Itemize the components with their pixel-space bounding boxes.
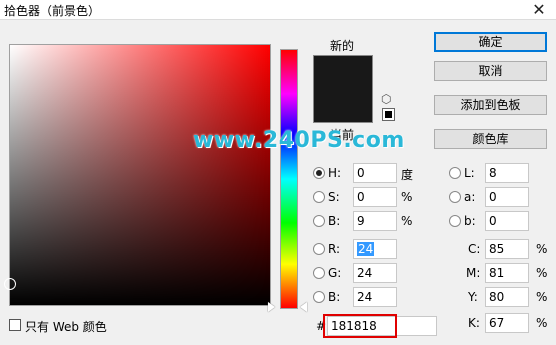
cyan-input[interactable]: 85 xyxy=(485,239,529,259)
color-field[interactable] xyxy=(4,44,271,306)
blue-radio[interactable] xyxy=(313,291,325,303)
hue-unit: 度 xyxy=(401,168,414,182)
blue-label: B: xyxy=(328,290,341,304)
websafe-swatch-icon[interactable] xyxy=(382,108,395,121)
lab-l-radio[interactable] xyxy=(449,167,461,179)
hex-highlight-box xyxy=(323,314,397,338)
hue-label: H: xyxy=(328,166,342,180)
lab-b-label: b: xyxy=(464,214,476,228)
black-input[interactable]: 67 xyxy=(485,313,529,333)
cyan-label: C: xyxy=(468,242,481,256)
saturation-unit: % xyxy=(401,190,413,204)
red-input-selected-value: 24 xyxy=(357,242,375,256)
hue-radio[interactable] xyxy=(313,167,325,179)
brightness-input[interactable]: 9 xyxy=(353,211,397,231)
yellow-label: Y: xyxy=(468,290,478,304)
color-libraries-button[interactable]: 颜色库 xyxy=(434,129,547,149)
cancel-button[interactable]: 取消 xyxy=(434,61,547,81)
saturation-input[interactable]: 0 xyxy=(353,187,397,207)
cyan-unit: % xyxy=(536,242,548,256)
brightness-unit: % xyxy=(401,214,413,228)
color-field-marker[interactable] xyxy=(4,278,16,290)
saturation-label: S: xyxy=(328,190,340,204)
red-label: R: xyxy=(328,242,341,256)
green-input[interactable]: 24 xyxy=(353,263,397,283)
red-radio[interactable] xyxy=(313,243,325,255)
lab-l-input[interactable]: 8 xyxy=(485,163,529,183)
green-label: G: xyxy=(328,266,342,280)
hue-slider-right-arrow-icon[interactable] xyxy=(300,302,307,312)
lab-b-input[interactable]: 0 xyxy=(485,211,529,231)
lab-a-input[interactable]: 0 xyxy=(485,187,529,207)
black-unit: % xyxy=(536,316,548,330)
magenta-unit: % xyxy=(536,266,548,280)
magenta-label: M: xyxy=(466,266,481,280)
watermark-text: www.240PS.com xyxy=(193,128,405,153)
hue-input[interactable]: 0 xyxy=(353,163,397,183)
brightness-label: B: xyxy=(328,214,341,228)
magenta-input[interactable]: 81 xyxy=(485,263,529,283)
yellow-unit: % xyxy=(536,290,548,304)
green-radio[interactable] xyxy=(313,267,325,279)
add-to-swatches-button[interactable]: 添加到色板 xyxy=(434,95,547,115)
web-colors-only-checkbox[interactable] xyxy=(9,319,21,331)
blue-input[interactable]: 24 xyxy=(353,287,397,307)
red-input[interactable]: 24 xyxy=(353,239,397,259)
hue-slider[interactable] xyxy=(280,49,298,309)
ok-button[interactable]: 确定 xyxy=(434,32,547,52)
yellow-input[interactable]: 80 xyxy=(485,287,529,307)
web-colors-only-label: 只有 Web 颜色 xyxy=(25,320,107,334)
title-bar: 拾色器（前景色） ✕ xyxy=(0,0,556,20)
new-color-label: 新的 xyxy=(330,39,355,53)
brightness-radio[interactable] xyxy=(313,215,325,227)
hue-slider-left-arrow-icon[interactable] xyxy=(268,302,275,312)
lab-a-label: a: xyxy=(464,190,476,204)
lab-a-radio[interactable] xyxy=(449,191,461,203)
window-title: 拾色器（前景色） xyxy=(4,4,101,18)
black-label: K: xyxy=(468,316,480,330)
new-color-swatch xyxy=(313,55,373,123)
close-icon[interactable]: ✕ xyxy=(530,1,548,19)
lab-l-label: L: xyxy=(464,166,475,180)
lab-b-radio[interactable] xyxy=(449,215,461,227)
saturation-radio[interactable] xyxy=(313,191,325,203)
out-of-gamut-cube-icon[interactable]: ⬡ xyxy=(381,93,395,105)
